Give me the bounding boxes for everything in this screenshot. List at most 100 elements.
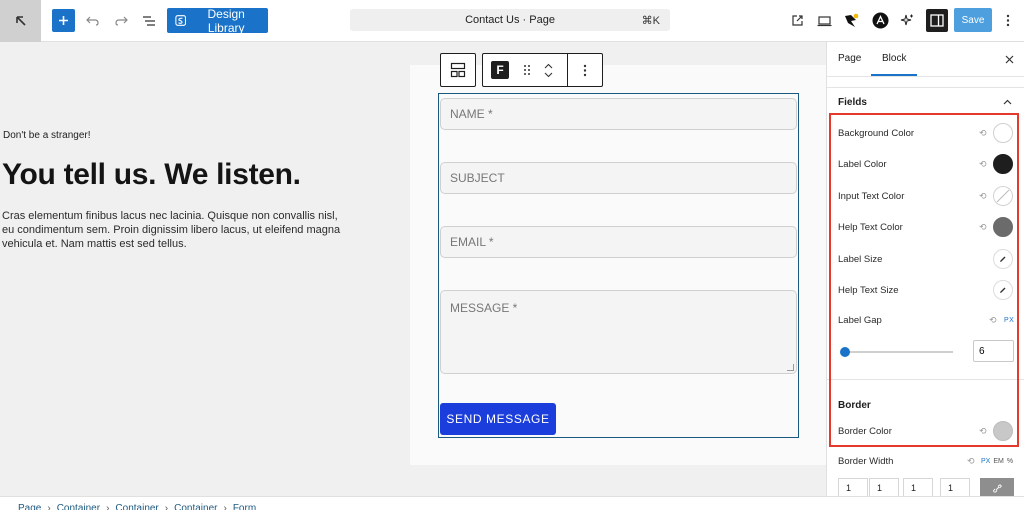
design-library-icon (175, 15, 187, 26)
container-grid-icon (450, 62, 466, 78)
border-width-left[interactable]: 1 (940, 478, 970, 496)
add-block-button[interactable] (52, 9, 75, 32)
chevron-up-icon[interactable] (544, 63, 553, 69)
label-color-label: Label Color (838, 159, 887, 170)
reset-icon[interactable]: ⟲ (979, 222, 987, 233)
breadcrumb-item[interactable]: Container (174, 502, 217, 510)
hero-paragraph[interactable]: Cras elementum finibus lacus nec lacinia… (2, 209, 352, 251)
block-options-button[interactable] (568, 54, 602, 86)
plus-icon (59, 16, 68, 25)
view-page-button[interactable] (786, 9, 808, 32)
section-divider (827, 87, 1024, 88)
slider-thumb[interactable] (840, 347, 851, 357)
breadcrumb-separator: › (47, 503, 51, 510)
border-color-swatch[interactable] (993, 421, 1013, 441)
design-library-label: Design Library (207, 6, 245, 35)
selected-form-block[interactable] (438, 93, 799, 438)
border-color-label: Border Color (838, 426, 892, 437)
edit-help-text-size-button[interactable] (993, 280, 1013, 300)
border-width-top[interactable]: 1 (838, 478, 868, 496)
resize-handle-icon[interactable] (787, 364, 794, 371)
reset-icon[interactable]: ⟲ (979, 191, 987, 202)
border-section-title[interactable]: Border (838, 400, 871, 411)
label-gap-label: Label Gap (838, 315, 882, 326)
reset-icon[interactable]: ⟲ (979, 159, 987, 170)
command-palette-bar[interactable]: Contact Us · Page ⌘K (350, 9, 670, 31)
email-placeholder: EMAIL * (450, 235, 494, 249)
sidebar-tabs: Page Block (827, 42, 1024, 77)
block-controls-group: F (482, 53, 603, 87)
reset-icon[interactable]: ⟲ (989, 315, 997, 326)
editor-top-bar: Design Library Contact Us · Page ⌘K Save (0, 0, 1024, 42)
pencil-icon (1000, 256, 1006, 262)
plugin-flag-icon (845, 13, 859, 27)
plugin-button[interactable] (840, 9, 862, 32)
breadcrumb-item[interactable]: Form (233, 502, 256, 510)
form-block-icon: F (491, 61, 509, 79)
subject-field[interactable]: SUBJECT (440, 162, 797, 194)
edit-label-size-button[interactable] (993, 249, 1013, 269)
unit-percent[interactable]: % (1007, 458, 1013, 465)
breadcrumb-separator: › (164, 503, 169, 510)
undo-button[interactable] (82, 9, 104, 32)
reset-icon[interactable]: ⟲ (979, 426, 987, 437)
input-text-color-swatch[interactable] (993, 186, 1013, 206)
list-view-icon (143, 15, 155, 26)
label-color-swatch[interactable] (993, 154, 1013, 174)
border-width-bottom[interactable]: 1 (903, 478, 933, 496)
reset-icon[interactable]: ⟲ (979, 128, 987, 139)
breadcrumb-item[interactable]: Container (115, 502, 158, 510)
chevron-down-icon[interactable] (544, 72, 553, 78)
astra-logo-icon (872, 12, 888, 29)
close-sidebar-button[interactable] (1001, 51, 1017, 67)
breadcrumb-separator: › (223, 503, 227, 510)
editor-canvas: Don't be a stranger! You tell us. We lis… (0, 42, 826, 496)
label-gap-slider[interactable] (840, 347, 953, 357)
email-field[interactable]: EMAIL * (440, 226, 797, 258)
ai-assistant-button[interactable] (896, 9, 918, 32)
label-size-label: Label Size (838, 254, 883, 265)
border-width-right[interactable]: 1 (869, 478, 899, 496)
send-message-button[interactable]: SEND MESSAGE (440, 403, 556, 435)
options-menu-button[interactable] (998, 9, 1018, 32)
fields-section-title[interactable]: Fields (838, 97, 867, 108)
site-logo-button[interactable] (0, 0, 41, 42)
settings-sidebar-toggle[interactable] (926, 9, 948, 32)
breadcrumb-separator: › (106, 503, 110, 510)
hero-heading[interactable]: You tell us. We listen. (2, 158, 301, 192)
design-library-button[interactable]: Design Library (167, 6, 268, 35)
breadcrumb-item[interactable]: Container (57, 502, 100, 510)
save-button[interactable]: Save (954, 8, 992, 32)
border-width-label: Border Width (838, 456, 894, 467)
name-field[interactable]: NAME * (440, 98, 797, 130)
help-text-color-label: Help Text Color (838, 222, 903, 233)
background-color-label: Background Color (838, 128, 915, 139)
desktop-preview-icon (817, 15, 831, 26)
tab-block[interactable]: Block (882, 53, 906, 64)
unit-px[interactable]: PX (981, 458, 990, 465)
block-type-button[interactable]: F (483, 54, 517, 86)
select-parent-button[interactable] (441, 54, 475, 86)
drag-handle[interactable] (517, 54, 537, 86)
device-preview-button[interactable] (813, 9, 835, 32)
tab-page[interactable]: Page (838, 53, 861, 64)
help-text-color-swatch[interactable] (993, 217, 1013, 237)
chevron-up-icon[interactable] (1003, 99, 1012, 105)
more-vertical-icon (1006, 14, 1010, 27)
hero-tagline[interactable]: Don't be a stranger! (3, 130, 91, 141)
cursor-arrow-icon (15, 16, 26, 26)
redo-button[interactable] (110, 9, 132, 32)
message-placeholder: MESSAGE * (450, 301, 518, 315)
label-gap-unit[interactable]: PX (1004, 317, 1014, 324)
unit-em[interactable]: EM (993, 458, 1004, 465)
reset-icon[interactable]: ⟲ (967, 456, 975, 467)
move-buttons[interactable] (537, 54, 559, 86)
message-field[interactable]: MESSAGE * (440, 290, 797, 374)
settings-sidebar: Page Block Fields Background Color ⟲ Lab… (826, 42, 1024, 496)
astra-settings-button[interactable] (869, 9, 891, 32)
label-gap-input[interactable] (973, 340, 1014, 362)
list-view-button[interactable] (138, 9, 160, 32)
breadcrumb-item[interactable]: Page (18, 502, 41, 510)
background-color-swatch[interactable] (993, 123, 1013, 143)
link-sides-button[interactable] (980, 478, 1014, 496)
